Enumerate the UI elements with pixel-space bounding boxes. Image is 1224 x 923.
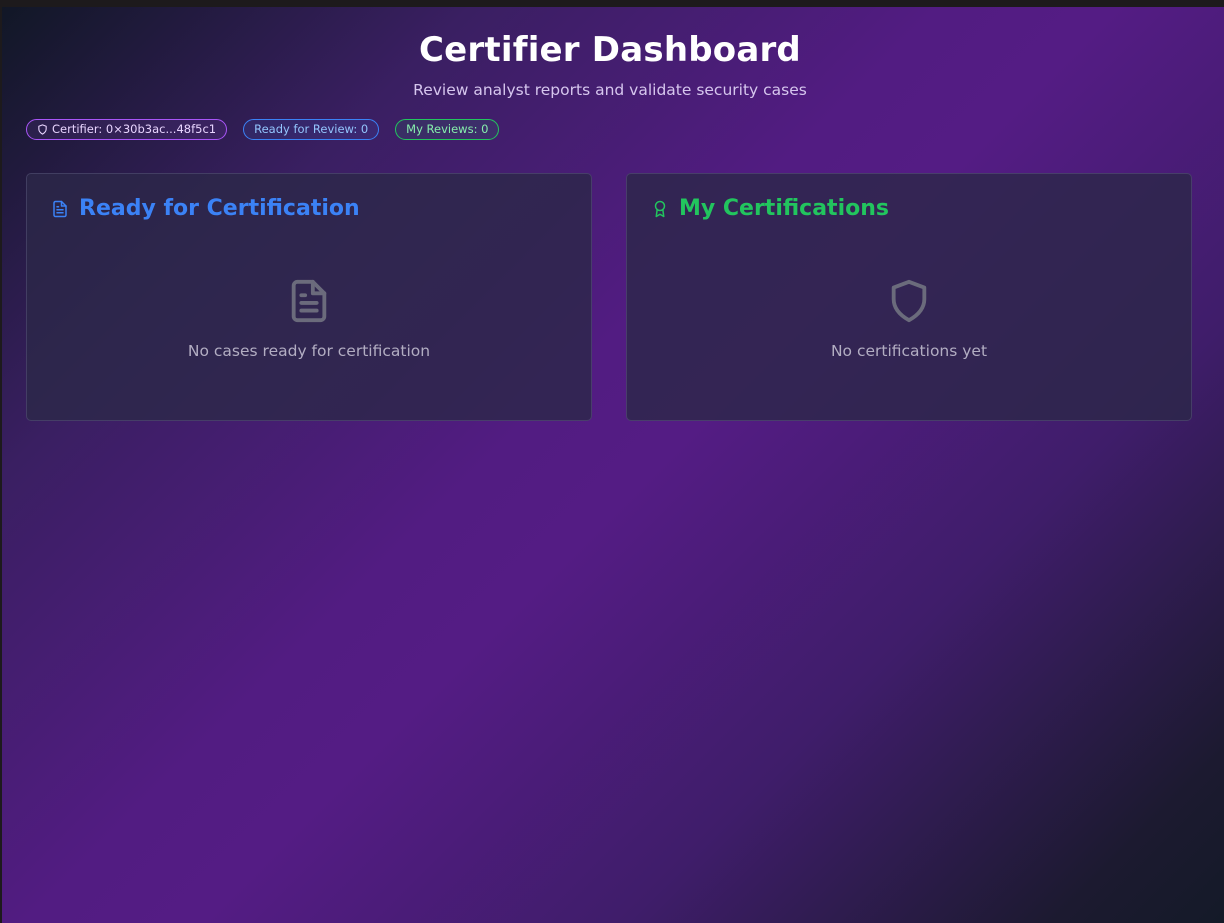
certifications-empty-message: No certifications yet <box>830 342 988 360</box>
file-text-icon <box>286 278 332 324</box>
certifications-card-title: My Certifications <box>679 196 889 221</box>
certifications-empty-state: No certifications yet <box>627 278 1191 360</box>
my-certifications-card: My Certifications No certifications yet <box>626 173 1192 421</box>
ready-empty-message: No cases ready for certification <box>187 342 431 360</box>
certifier-address-badge: Certifier: 0×30b3ac...48f5c1 <box>26 119 228 140</box>
dashboard-page: Certifier Dashboard Review analyst repor… <box>2 7 1224 923</box>
ready-card-header: Ready for Certification <box>51 196 360 221</box>
shield-icon <box>37 124 48 135</box>
my-reviews-badge: My Reviews: 0 <box>395 119 500 140</box>
ready-empty-state: No cases ready for certification <box>27 278 591 360</box>
status-badges: Certifier: 0×30b3ac...48f5c1 Ready for R… <box>26 119 500 140</box>
ready-card-title: Ready for Certification <box>79 196 360 221</box>
page-title: Certifier Dashboard <box>419 30 801 70</box>
ready-for-review-label: Ready for Review: 0 <box>254 122 369 136</box>
ready-for-certification-card: Ready for Certification No cases ready f… <box>26 173 592 421</box>
shield-icon <box>886 278 932 324</box>
file-text-icon <box>51 200 69 218</box>
my-reviews-label: My Reviews: 0 <box>406 122 489 136</box>
page-subtitle: Review analyst reports and validate secu… <box>413 81 807 99</box>
certifier-address-label: Certifier: 0×30b3ac...48f5c1 <box>52 122 217 136</box>
certifications-card-header: My Certifications <box>651 196 889 221</box>
ready-for-review-badge: Ready for Review: 0 <box>243 119 380 140</box>
award-icon <box>651 200 669 218</box>
